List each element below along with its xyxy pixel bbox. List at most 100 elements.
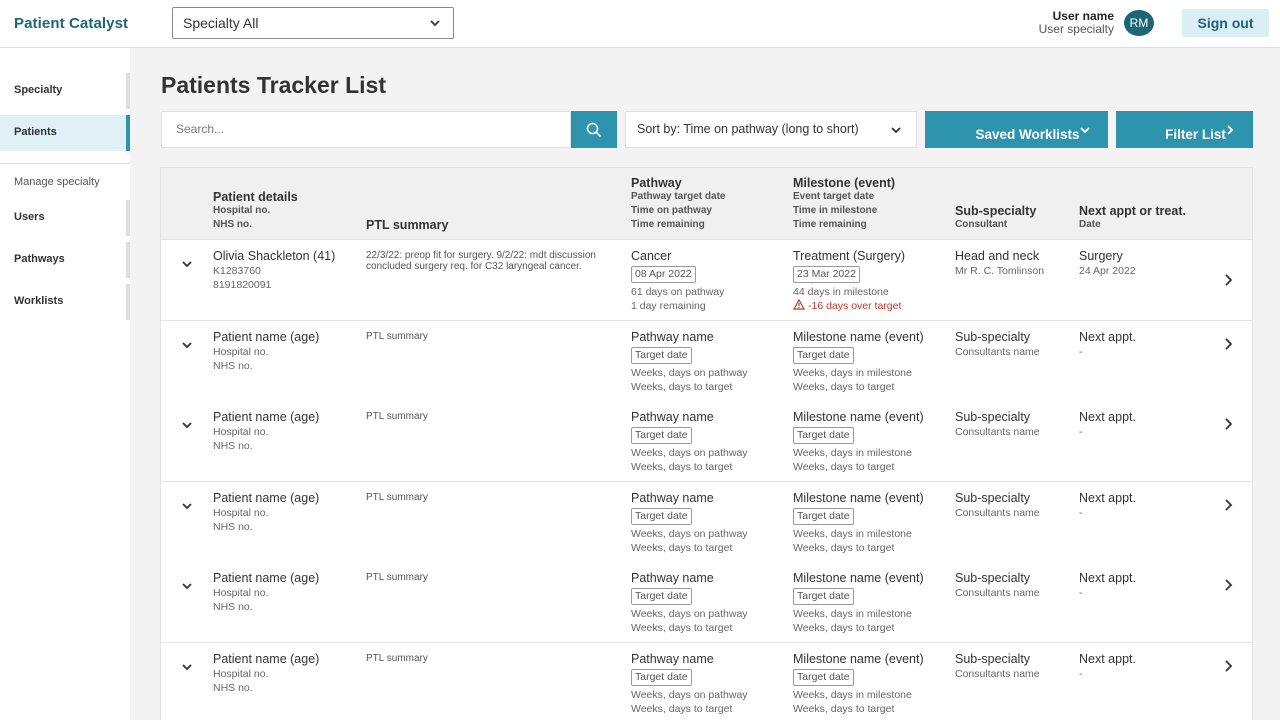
filter-list-button[interactable]: Filter List bbox=[1116, 111, 1253, 148]
pathway-time: Weeks, days on pathway bbox=[631, 688, 748, 701]
pathway-remaining: Weeks, days to target bbox=[631, 622, 733, 634]
milestone-target-date: Target date bbox=[793, 427, 854, 444]
header-pathway: Pathway bbox=[631, 176, 682, 190]
ptl-summary: 22/3/22: preop fit for surgery. 9/2/22: … bbox=[366, 250, 596, 272]
ptl-summary: PTL summary bbox=[366, 330, 428, 342]
patient-name[interactable]: Olivia Shackleton (41) bbox=[213, 249, 335, 264]
table-row[interactable]: Patient name (age) Hospital no. NHS no. PTL… bbox=[161, 481, 1252, 563]
consultant: Consultants name bbox=[955, 587, 1040, 599]
expand-chevron-down-icon[interactable] bbox=[181, 258, 193, 270]
pathway-target-date: Target date bbox=[631, 507, 692, 525]
chevron-right-icon[interactable] bbox=[1223, 273, 1233, 287]
milestone-name: Milestone name (event) bbox=[793, 329, 924, 344]
saved-worklists-button[interactable]: Saved Worklists bbox=[925, 111, 1108, 148]
search-icon bbox=[586, 122, 602, 138]
patient-name[interactable]: Patient name (age) bbox=[213, 491, 319, 506]
subspecialty: Sub-specialty bbox=[955, 490, 1031, 505]
table-row[interactable]: Olivia Shackleton (41) K1283760 8191820091… bbox=[161, 240, 1252, 321]
subspecialty-cell: Sub-specialty Consultants name bbox=[955, 491, 1040, 520]
specialty-select[interactable]: Specialty All bbox=[172, 7, 454, 39]
header-subspecialty: Sub-specialty bbox=[955, 204, 1037, 218]
pathway-cell: Pathway name Target date Weeks, days on pa… bbox=[631, 410, 748, 474]
chevron-right-icon[interactable] bbox=[1223, 659, 1233, 673]
next-appt: Next appt. bbox=[1079, 571, 1136, 585]
nhs-no: NHS no. bbox=[213, 440, 253, 452]
milestone-remaining: Weeks, days to target bbox=[793, 541, 895, 554]
expand-chevron-down-icon[interactable] bbox=[181, 419, 193, 431]
table-row[interactable]: Patient name (age) Hospital no. NHS no. PTL… bbox=[161, 642, 1252, 720]
milestone-time: Weeks, days in milestone bbox=[793, 366, 912, 379]
avatar[interactable]: RM bbox=[1124, 10, 1154, 36]
patient-name[interactable]: Patient name (age) bbox=[213, 410, 319, 425]
milestone-name: Milestone name (event) bbox=[793, 490, 924, 505]
sort-select[interactable]: Sort by: Time on pathway (long to short) bbox=[625, 111, 917, 148]
patient-name[interactable]: Patient name (age) bbox=[213, 330, 319, 345]
table-row[interactable]: Patient name (age) Hospital no. NHS no. PTL… bbox=[161, 401, 1252, 482]
chevron-right-icon[interactable] bbox=[1223, 498, 1233, 512]
chevron-down-icon bbox=[1080, 127, 1090, 134]
subspecialty-cell: Sub-specialty Consultants name bbox=[955, 410, 1040, 439]
patient-name[interactable]: Patient name (age) bbox=[213, 571, 319, 586]
patient-details-cell: Olivia Shackleton (41) K1283760 8191820091 bbox=[213, 249, 335, 292]
milestone-time: 44 days in milestone bbox=[793, 286, 889, 298]
milestone-overdue: -16 days over target bbox=[792, 298, 905, 313]
table-row[interactable]: Patient name (age) Hospital no. NHS no. PTL… bbox=[161, 320, 1252, 402]
sign-out-button[interactable]: Sign out bbox=[1182, 9, 1269, 37]
specialty-select-value: Specialty All bbox=[183, 15, 259, 31]
table-row[interactable]: Patient name (age) Hospital no. NHS no. PTL… bbox=[161, 562, 1252, 643]
sidebar-item-pathways[interactable]: Pathways bbox=[0, 242, 130, 278]
patient-details-cell: Patient name (age) Hospital no. NHS no. bbox=[213, 571, 319, 614]
sidebar-item-patients[interactable]: Patients bbox=[0, 115, 130, 151]
milestone-time: Weeks, days in milestone bbox=[793, 527, 912, 540]
expand-chevron-down-icon[interactable] bbox=[181, 661, 193, 673]
expand-chevron-down-icon[interactable] bbox=[181, 500, 193, 512]
sidebar-indicator bbox=[126, 242, 130, 278]
next-appt-cell: Next appt. - bbox=[1079, 330, 1136, 359]
pathway-target-date: Target date bbox=[631, 427, 692, 444]
search-input[interactable]: Search... bbox=[161, 111, 571, 148]
pathway-name: Cancer bbox=[631, 249, 672, 263]
sidebar-indicator bbox=[126, 284, 130, 320]
chevron-right-icon[interactable] bbox=[1223, 337, 1233, 351]
patient-name[interactable]: Patient name (age) bbox=[213, 652, 319, 667]
milestone-target-date: Target date bbox=[793, 346, 854, 364]
chevron-down-icon bbox=[891, 127, 901, 134]
user-info: User name User specialty bbox=[1039, 10, 1114, 36]
subspecialty-cell: Sub-specialty Consultants name bbox=[955, 652, 1040, 681]
header-pathway-target: Pathway target date bbox=[631, 191, 726, 202]
milestone-cell: Milestone name (event) Target date Weeks, … bbox=[793, 571, 924, 635]
milestone-time: Weeks, days in milestone bbox=[793, 688, 912, 701]
expand-chevron-down-icon[interactable] bbox=[181, 339, 193, 351]
nhs-no: 8191820091 bbox=[213, 279, 272, 291]
milestone-name: Treatment (Surgery) bbox=[793, 249, 906, 263]
chevron-right-icon[interactable] bbox=[1223, 578, 1233, 592]
search-button[interactable] bbox=[571, 111, 617, 148]
pathway-target-date: Target date bbox=[631, 668, 692, 686]
top-bar: Patient Catalyst Specialty All User name… bbox=[0, 0, 1280, 48]
table-header: Patient details Hospital no. NHS no. PTL… bbox=[161, 168, 1252, 240]
consultant: Mr R. C. Tomlinson bbox=[955, 265, 1045, 277]
patient-details-cell: Patient name (age) Hospital no. NHS no. bbox=[213, 491, 319, 534]
header-nhs-no: NHS no. bbox=[213, 219, 252, 230]
sidebar-item-worklists[interactable]: Worklists bbox=[0, 284, 130, 320]
chevron-down-icon bbox=[430, 20, 440, 27]
pathway-time: Weeks, days on pathway bbox=[631, 447, 748, 459]
brand-logo[interactable]: Patient Catalyst bbox=[14, 15, 128, 32]
pathway-name: Pathway name bbox=[631, 490, 714, 505]
next-appt-date: - bbox=[1079, 667, 1083, 680]
next-appt-cell: Surgery 24 Apr 2022 bbox=[1079, 249, 1136, 278]
sidebar-item-label: Patients bbox=[14, 126, 57, 138]
filter-list-label: Filter List bbox=[1165, 127, 1226, 142]
sidebar-item-specialty[interactable]: Specialty bbox=[0, 73, 130, 109]
pathway-time: 61 days on pathway bbox=[631, 286, 725, 298]
milestone-target-date: 23 Mar 2022 bbox=[793, 266, 860, 283]
sidebar-item-users[interactable]: Users bbox=[0, 200, 130, 236]
header-milestone: Milestone (event) bbox=[793, 176, 896, 190]
expand-chevron-down-icon[interactable] bbox=[181, 580, 193, 592]
subspecialty-cell: Sub-specialty Consultants name bbox=[955, 330, 1040, 359]
pathway-name: Pathway name bbox=[631, 651, 714, 666]
header-next-appt: Next appt or treat. bbox=[1079, 204, 1186, 218]
pathway-cell: Pathway name Target date Weeks, days on pa… bbox=[631, 330, 748, 394]
chevron-right-icon[interactable] bbox=[1223, 417, 1233, 431]
saved-worklists-label: Saved Worklists bbox=[975, 127, 1080, 142]
